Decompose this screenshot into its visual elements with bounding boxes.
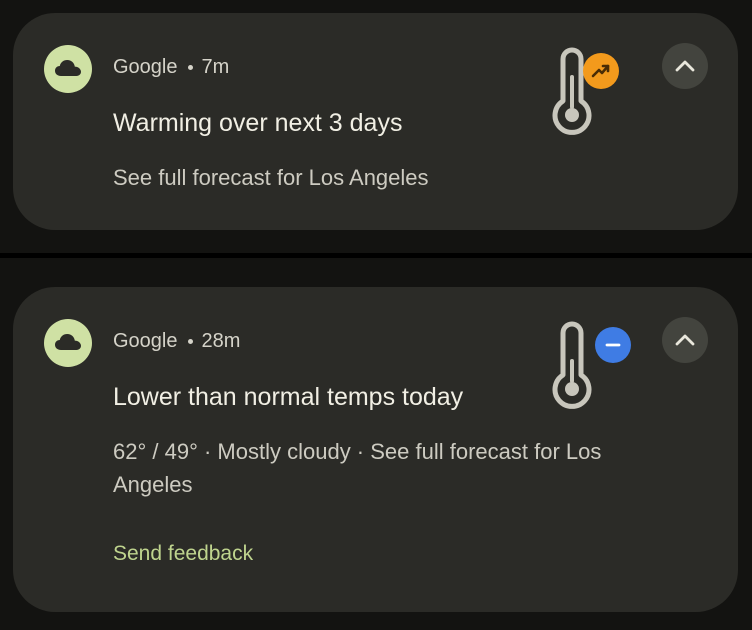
chevron-up-icon <box>675 334 695 346</box>
notification-header: Google 28m <box>113 327 240 355</box>
notification-time: 28m <box>201 329 241 352</box>
notification-body: See full forecast for Los Angeles <box>113 165 429 190</box>
notification-title: Warming over next 3 days <box>113 109 403 137</box>
cloud-icon <box>55 334 81 350</box>
notification-body: 62° / 49° · Mostly cloudy · See full for… <box>113 439 602 497</box>
app-name: Google <box>113 329 178 352</box>
notification-card[interactable]: Google 7m Warming over next 3 days See f… <box>13 13 738 230</box>
trend-badge <box>595 327 631 363</box>
separator-dot <box>187 338 193 344</box>
app-icon <box>44 45 92 93</box>
notification-card[interactable]: Google 28m Lower than normal temps today… <box>13 287 738 612</box>
expand-button[interactable] <box>662 43 708 89</box>
send-feedback-button[interactable]: Send feedback <box>113 542 253 566</box>
minus-icon <box>605 343 621 347</box>
app-icon <box>44 319 92 367</box>
thermometer-icon <box>552 321 592 409</box>
separator-dot <box>187 64 193 70</box>
trending-up-icon <box>591 64 610 78</box>
notification-header: Google 7m <box>113 53 229 81</box>
expand-button[interactable] <box>662 317 708 363</box>
app-name: Google <box>113 55 178 78</box>
divider <box>0 253 752 258</box>
trend-badge <box>583 53 619 89</box>
cloud-icon <box>55 60 81 76</box>
chevron-up-icon <box>675 60 695 72</box>
notification-title: Lower than normal temps today <box>113 383 464 411</box>
notification-time: 7m <box>201 55 230 78</box>
